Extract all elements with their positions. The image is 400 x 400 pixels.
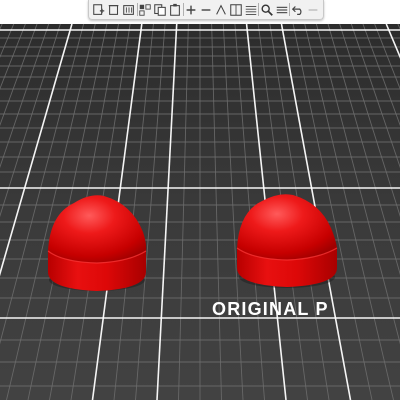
split-to-objects-icon <box>216 3 226 15</box>
delete-all-button[interactable] <box>122 2 137 17</box>
redo-icon <box>308 8 317 11</box>
search-button[interactable] <box>259 2 274 17</box>
add-instance-icon <box>186 5 196 14</box>
remove-instance-button[interactable] <box>199 2 214 17</box>
variable-layer-height-button[interactable] <box>243 2 258 17</box>
paste-button[interactable] <box>168 2 183 17</box>
copy-button[interactable] <box>153 2 168 17</box>
top-toolbar <box>88 0 324 20</box>
search-icon <box>261 3 273 16</box>
add-instance-button[interactable] <box>184 2 199 17</box>
variable-layer-height-icon <box>245 5 257 15</box>
delete-icon <box>109 4 119 15</box>
bed-texture-label: ORIGINAL P <box>212 299 329 319</box>
paste-icon <box>170 3 181 16</box>
split-to-parts-icon <box>230 3 242 16</box>
remove-instance-icon <box>201 8 211 11</box>
build-plate-scene[interactable] <box>0 0 400 400</box>
copy-icon <box>154 3 166 16</box>
arrange-icon <box>139 3 151 16</box>
split-to-objects-button[interactable] <box>214 2 229 17</box>
layers-editing-icon <box>276 6 287 13</box>
delete-all-icon <box>123 4 135 15</box>
split-to-parts-button[interactable] <box>228 2 243 17</box>
3d-viewport[interactable]: ORIGINAL P <box>0 0 400 400</box>
layers-editing-button[interactable] <box>274 2 289 17</box>
undo-icon <box>291 5 302 15</box>
add-button[interactable] <box>92 2 107 17</box>
redo-button[interactable] <box>305 2 320 17</box>
undo-button[interactable] <box>290 2 305 17</box>
add-icon <box>93 3 105 15</box>
delete-button[interactable] <box>107 2 122 17</box>
arrange-button[interactable] <box>138 2 153 17</box>
